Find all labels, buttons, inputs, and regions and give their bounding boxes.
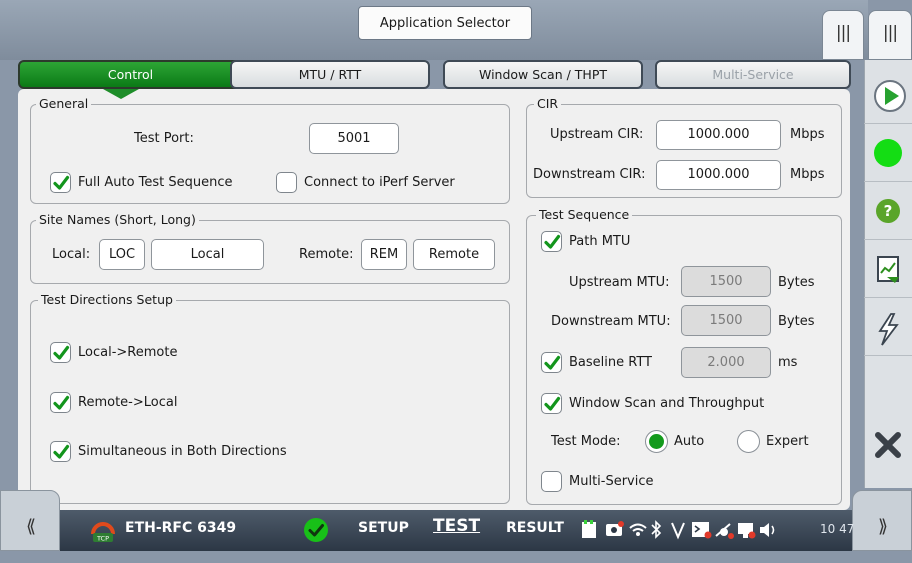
help-icon: ?: [876, 199, 900, 223]
local-to-remote-label: Local->Remote: [78, 345, 178, 360]
checkmark-icon: [53, 175, 70, 190]
full-auto-checkbox[interactable]: [50, 172, 71, 193]
downstream-cir-field[interactable]: 1000.000: [656, 160, 781, 190]
result-button[interactable]: RESULT: [506, 520, 564, 536]
lightning-icon: [878, 313, 899, 346]
play-icon: [874, 80, 906, 112]
test-name-label: ETH-RFC 6349: [125, 520, 237, 536]
local-short-field[interactable]: LOC: [99, 239, 145, 270]
remote-short-field[interactable]: REM: [361, 239, 407, 270]
start-test-button[interactable]: [864, 66, 912, 124]
checkmark-icon: [544, 355, 561, 370]
wifi-icon: [629, 523, 647, 536]
test-button[interactable]: TEST: [433, 516, 480, 536]
test-mode-auto-radio[interactable]: [645, 430, 668, 453]
tab-control[interactable]: Control: [18, 60, 243, 89]
test-mode-expert-radio[interactable]: [737, 430, 760, 453]
simultaneous-checkbox[interactable]: [50, 441, 71, 462]
test-mode-label: Test Mode:: [551, 434, 621, 449]
tcp-gauge-icon[interactable]: TCP: [90, 517, 116, 543]
remote-to-local-label: Remote->Local: [78, 395, 178, 410]
tab-mtu-rtt[interactable]: MTU / RTT: [230, 60, 430, 89]
downstream-cir-label: Downstream CIR:: [533, 167, 646, 182]
camera-icon: [606, 521, 624, 536]
volume-icon: [760, 523, 775, 537]
iperf-label: Connect to iPerf Server: [304, 175, 455, 190]
downstream-cir-unit: Mbps: [790, 167, 825, 182]
local-label: Local:: [52, 247, 91, 262]
upstream-cir-unit: Mbps: [790, 127, 825, 142]
help-button[interactable]: ?: [864, 182, 912, 240]
close-icon: [875, 432, 901, 458]
status-led-button[interactable]: [864, 124, 912, 182]
simultaneous-label: Simultaneous in Both Directions: [78, 444, 287, 459]
upstream-cir-label: Upstream CIR:: [550, 127, 644, 142]
report-button[interactable]: [864, 240, 912, 298]
checkmark-icon: [544, 396, 561, 411]
general-title: General: [36, 96, 92, 111]
tab-window-scan-thpt[interactable]: Window Scan / THPT: [443, 60, 643, 89]
baseline-rtt-checkbox[interactable]: [541, 352, 562, 373]
test-directions-title: Test Directions Setup: [38, 292, 176, 307]
downstream-mtu-label: Downstream MTU:: [551, 314, 671, 329]
test-mode-auto-label: Auto: [674, 434, 705, 449]
quick-action-button[interactable]: [864, 298, 912, 356]
lan-icon: [738, 523, 756, 539]
bluetooth-icon: [651, 520, 662, 539]
upstream-mtu-unit: Bytes: [778, 275, 815, 290]
status-led-icon: [874, 139, 902, 167]
test-port-label: Test Port:: [134, 131, 194, 146]
test-port-field[interactable]: 5001: [309, 123, 399, 154]
clock: 10 47: [820, 522, 855, 536]
remote-long-field[interactable]: Remote: [413, 239, 495, 270]
upstream-mtu-field: 1500: [681, 266, 771, 297]
downstream-mtu-unit: Bytes: [778, 314, 815, 329]
downstream-mtu-field: 1500: [681, 305, 771, 336]
path-mtu-label: Path MTU: [569, 234, 631, 249]
tcp-badge-label: TCP: [96, 535, 109, 543]
remote-to-local-checkbox[interactable]: [50, 392, 71, 413]
network-icon: [715, 523, 734, 539]
test-mode-expert-label: Expert: [766, 434, 809, 449]
upstream-mtu-label: Upstream MTU:: [569, 275, 670, 290]
window-scan-label: Window Scan and Throughput: [569, 396, 765, 411]
path-mtu-checkbox[interactable]: [541, 231, 562, 252]
v-icon: [671, 522, 685, 540]
application-selector-button[interactable]: Application Selector: [358, 6, 532, 40]
multi-service-label: Multi-Service: [569, 474, 654, 489]
report-icon: [877, 256, 899, 283]
window-scan-checkbox[interactable]: [541, 393, 562, 414]
baseline-rtt-field: 2.000: [681, 347, 771, 378]
local-long-field[interactable]: Local: [151, 239, 264, 270]
active-tab-pointer: [103, 89, 139, 99]
checkmark-icon: [544, 234, 561, 249]
tab-multi-service[interactable]: Multi-Service: [655, 60, 851, 89]
remote-label: Remote:: [299, 247, 354, 262]
upstream-cir-field[interactable]: 1000.000: [656, 120, 781, 150]
pane-toggle-button-right[interactable]: |||: [868, 10, 912, 60]
cir-title: CIR: [534, 96, 562, 111]
status-icons: [580, 518, 850, 546]
nav-right-button[interactable]: ⟫: [852, 490, 912, 551]
svg-text:?: ?: [884, 202, 893, 220]
nav-left-button[interactable]: ⟪: [0, 490, 60, 551]
close-button[interactable]: [864, 414, 912, 472]
iperf-checkbox[interactable]: [276, 172, 297, 193]
terminal-icon: [692, 522, 712, 539]
multi-service-checkbox[interactable]: [541, 471, 562, 492]
setup-button[interactable]: SETUP: [358, 520, 409, 536]
checkmark-icon: [53, 345, 70, 360]
checkmark-icon: [53, 444, 70, 459]
site-names-title: Site Names (Short, Long): [36, 212, 199, 227]
full-auto-label: Full Auto Test Sequence: [78, 175, 233, 190]
local-to-remote-checkbox[interactable]: [50, 342, 71, 363]
port-icon: [582, 520, 596, 538]
baseline-rtt-label: Baseline RTT: [569, 355, 652, 370]
check-status-icon: [303, 517, 329, 547]
test-sequence-title: Test Sequence: [536, 207, 633, 222]
pane-toggle-button[interactable]: |||: [822, 10, 864, 60]
checkmark-icon: [53, 395, 70, 410]
baseline-rtt-unit: ms: [778, 355, 798, 370]
